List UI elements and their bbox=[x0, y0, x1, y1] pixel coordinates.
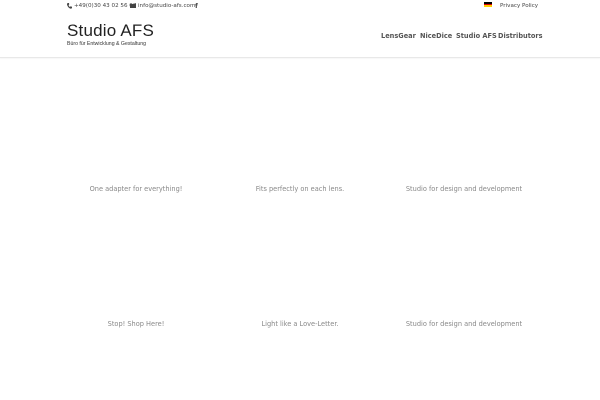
top-bar: +49(0)30 43 02 56 07 info@studio-afs.com… bbox=[0, 0, 600, 13]
tile-adapter[interactable] bbox=[56, 75, 216, 185]
germany-flag-icon[interactable] bbox=[484, 2, 492, 8]
tile-lens[interactable] bbox=[220, 75, 380, 185]
facebook-icon[interactable]: f bbox=[195, 2, 198, 10]
tile-love-letter[interactable] bbox=[220, 210, 380, 320]
flag-stripe-gold bbox=[484, 5, 492, 8]
tile-caption[interactable]: Stop! Shop Here! bbox=[56, 320, 216, 328]
tile-caption[interactable]: Studio for design and development bbox=[384, 185, 544, 193]
language-switcher[interactable] bbox=[484, 2, 500, 8]
tile-studio[interactable] bbox=[384, 75, 544, 185]
tile-studio-2[interactable] bbox=[384, 210, 544, 320]
phone-number[interactable]: +49(0)30 43 02 56 07 bbox=[74, 2, 136, 10]
privacy-policy-label[interactable]: Privacy Policy bbox=[500, 2, 538, 10]
nav-item-studio-afs[interactable]: Studio AFS bbox=[456, 32, 497, 40]
tile-caption[interactable]: Studio for design and development bbox=[384, 320, 544, 328]
phone-icon bbox=[67, 3, 72, 9]
tile-caption[interactable]: One adapter for everything! bbox=[56, 185, 216, 193]
nav-item-distributors[interactable]: Distributors bbox=[498, 32, 543, 40]
envelope-icon bbox=[130, 4, 136, 8]
site-logo[interactable]: Studio AFS Büro für Entwicklung & Gestal… bbox=[67, 22, 154, 48]
tile-caption[interactable]: Light like a Love-Letter. bbox=[220, 320, 380, 328]
tile-shop[interactable] bbox=[56, 210, 216, 320]
facebook-link[interactable]: f bbox=[195, 2, 200, 10]
nav-item-lensgear[interactable]: LensGear bbox=[381, 32, 416, 40]
tile-caption[interactable]: Fits perfectly on each lens. bbox=[220, 185, 380, 193]
privacy-policy-link[interactable]: Privacy Policy bbox=[500, 2, 538, 10]
email-contact[interactable]: info@studio-afs.com bbox=[130, 2, 195, 10]
logo-title[interactable]: Studio AFS bbox=[67, 22, 154, 40]
phone-contact[interactable]: +49(0)30 43 02 56 07 bbox=[67, 2, 136, 10]
email-address[interactable]: info@studio-afs.com bbox=[138, 2, 195, 10]
main-header: Studio AFS Büro für Entwicklung & Gestal… bbox=[0, 13, 600, 58]
logo-subtitle: Büro für Entwicklung & Gestaltung bbox=[67, 41, 147, 47]
nav-item-nicedice[interactable]: NiceDice bbox=[420, 32, 452, 40]
